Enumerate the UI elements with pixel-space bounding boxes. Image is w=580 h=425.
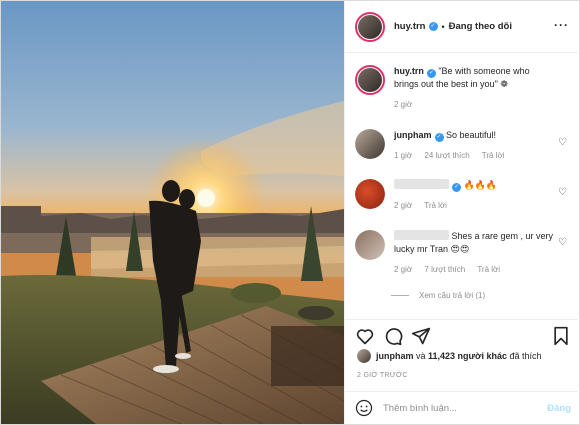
liker-avatar[interactable] — [357, 349, 371, 363]
comment-input[interactable]: Thêm bình luận... — [383, 403, 547, 414]
instagram-post: huy.trn ✓ • Đang theo dõi ··· huy.trn ✓ "… — [0, 0, 580, 425]
more-icon[interactable]: ··· — [554, 18, 569, 32]
post-sidebar: huy.trn ✓ • Đang theo dõi ··· huy.trn ✓ "… — [344, 1, 580, 424]
emoji-icon[interactable] — [355, 399, 373, 417]
heart-icon[interactable] — [355, 326, 375, 346]
commenter-avatar[interactable] — [355, 230, 385, 260]
commenter-avatar[interactable] — [355, 129, 385, 159]
action-bar — [345, 319, 580, 349]
verified-icon: ✓ — [434, 133, 444, 142]
likes-conjunction: và — [413, 351, 429, 361]
view-replies-label: Xem câu trả lời (1) — [419, 291, 486, 300]
add-comment-bar: Thêm bình luận... Đăng — [345, 391, 580, 424]
comment-likes[interactable]: 24 lượt thích — [424, 151, 469, 160]
post-timestamp[interactable]: 2 GIỜ TRƯỚC — [357, 372, 408, 379]
comment-text: So beautiful! — [446, 130, 497, 140]
heart-icon[interactable]: ♡ — [558, 237, 567, 248]
post-header: huy.trn ✓ • Đang theo dõi ··· — [345, 1, 580, 53]
comment-time[interactable]: 2 giờ — [394, 201, 412, 210]
caption-username[interactable]: huy.trn — [394, 66, 424, 76]
likes-suffix: đã thích — [506, 351, 542, 361]
comment-icon[interactable] — [383, 326, 403, 346]
caption: huy.trn ✓ "Be with someone who brings out… — [355, 65, 573, 111]
heart-icon[interactable]: ♡ — [558, 137, 567, 148]
comment-text: 🔥🔥🔥 — [463, 180, 498, 190]
commenter-username[interactable]: junpham — [394, 130, 432, 140]
likes-summary: junpham và 11,423 người khác đã thích — [357, 349, 542, 363]
comment-item: junpham ✓ So beautiful! 1 giờ 24 lượt thí… — [355, 129, 573, 162]
commenter-avatar[interactable] — [355, 179, 385, 209]
share-icon[interactable] — [411, 326, 431, 346]
author-avatar[interactable] — [355, 11, 385, 42]
divider-line — [391, 295, 409, 296]
comment-time[interactable]: 2 giờ — [394, 265, 412, 274]
follow-status-button[interactable]: Đang theo dõi — [449, 21, 512, 32]
liker-username[interactable]: junpham — [376, 351, 414, 361]
caption-time[interactable]: 2 giờ — [394, 100, 412, 109]
hidden-username — [394, 179, 449, 189]
caption-avatar[interactable] — [355, 65, 385, 95]
reply-button[interactable]: Trả lời — [477, 265, 500, 274]
view-replies-button[interactable]: Xem câu trả lời (1) — [391, 291, 485, 300]
comment-item: Shes a rare gem , ur very lucky mr Tran … — [355, 230, 573, 276]
post-photo[interactable] — [1, 1, 344, 424]
post-comment-button[interactable]: Đăng — [547, 403, 571, 414]
reply-button[interactable]: Trả lời — [482, 151, 505, 160]
hidden-username — [394, 230, 449, 240]
heart-icon[interactable]: ♡ — [558, 187, 567, 198]
verified-icon: ✓ — [428, 22, 438, 31]
verified-icon: ✓ — [452, 183, 461, 192]
likes-count[interactable]: 11,423 người khác — [428, 351, 507, 361]
author-username[interactable]: huy.trn — [394, 21, 426, 32]
header-separator: • — [441, 21, 445, 32]
bookmark-icon[interactable] — [551, 326, 571, 346]
sunset-couple-image — [1, 1, 344, 424]
verified-icon: ✓ — [426, 69, 436, 78]
comment-item: ✓ 🔥🔥🔥 2 giờ Trả lời — [355, 179, 573, 212]
comment-time[interactable]: 1 giờ — [394, 151, 412, 160]
comment-likes[interactable]: 7 lượt thích — [424, 265, 465, 274]
reply-button[interactable]: Trả lời — [424, 201, 447, 210]
